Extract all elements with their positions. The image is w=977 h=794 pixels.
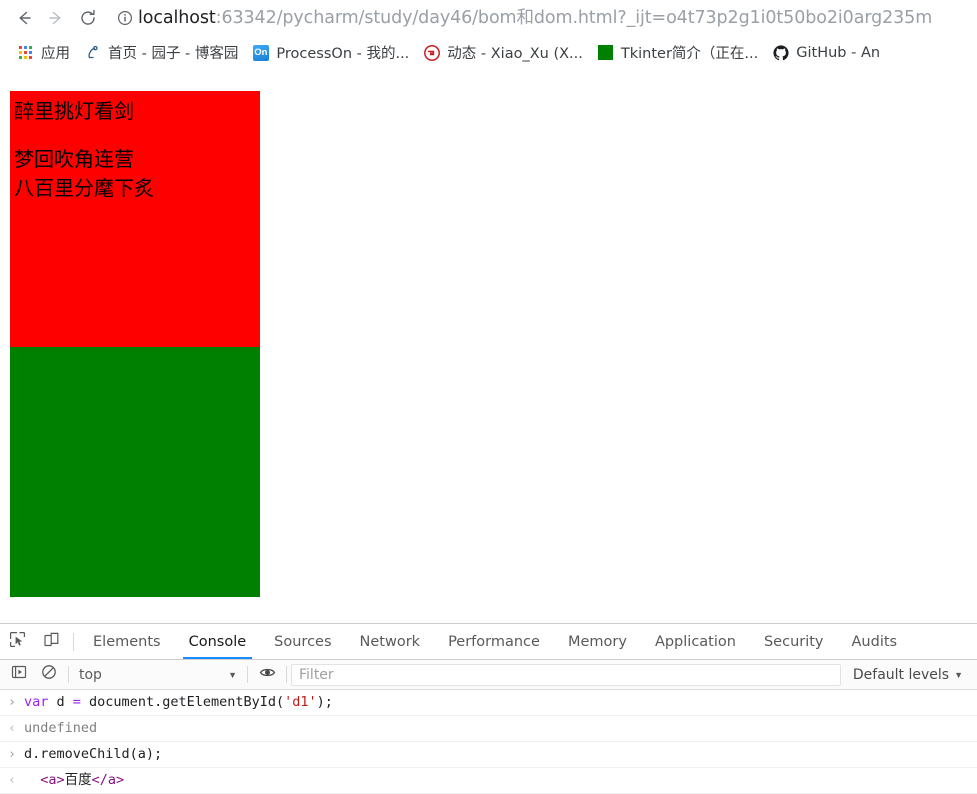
info-circle-icon[interactable] bbox=[112, 5, 138, 31]
tab-security[interactable]: Security bbox=[750, 624, 838, 659]
toolbar-divider bbox=[73, 632, 74, 651]
github-icon bbox=[772, 44, 789, 61]
console-line-text: <a>百度</a> bbox=[24, 770, 977, 791]
bookmark-label: 应用 bbox=[41, 46, 70, 62]
console-line: ‹ <a>百度</a> bbox=[0, 768, 977, 794]
toolbar-divider bbox=[68, 666, 69, 683]
device-toolbar-icon bbox=[43, 631, 60, 653]
token: undefined bbox=[24, 720, 98, 736]
address-bar[interactable]: localhost:63342/pycharm/study/day46/bom和… bbox=[112, 4, 969, 31]
chevron-down-icon: ▼ bbox=[228, 669, 237, 680]
green-div bbox=[10, 347, 260, 597]
console-line: › d.removeChild(a); bbox=[0, 742, 977, 768]
processon-icon: On bbox=[252, 44, 269, 61]
token: = bbox=[72, 694, 90, 710]
log-levels-value: Default levels bbox=[852, 666, 950, 683]
poem-line-3: 八百里分麾下炙 bbox=[14, 176, 154, 200]
bookmark-gitee[interactable]: 动态 - Xiao_Xu (X... bbox=[416, 40, 590, 66]
console-input-marker: › bbox=[8, 747, 16, 762]
console-output-marker: ‹ bbox=[8, 721, 16, 736]
token: d bbox=[56, 694, 73, 710]
console-toolbar: top ▼ Default levels ▼ bbox=[0, 660, 977, 690]
token: document.getElementById( bbox=[89, 694, 285, 710]
bookmark-github[interactable]: GitHub - An bbox=[765, 40, 887, 66]
console-line-text: var d = document.getElementById('d1'); bbox=[24, 692, 977, 713]
apps-grid-icon bbox=[17, 44, 34, 61]
tab-console[interactable]: Console bbox=[175, 624, 261, 659]
inspect-element-button[interactable] bbox=[0, 624, 34, 659]
live-expression-button[interactable] bbox=[252, 661, 282, 689]
bookmark-label: 动态 - Xiao_Xu (X... bbox=[447, 46, 583, 62]
inspect-element-icon bbox=[9, 631, 26, 653]
console-output-marker: ‹ bbox=[8, 773, 16, 788]
live-expression-eye-icon bbox=[259, 664, 276, 686]
tab-elements[interactable]: Elements bbox=[79, 624, 175, 659]
token: </a> bbox=[91, 772, 125, 788]
token: <a> bbox=[24, 772, 65, 788]
bookmark-tkinter[interactable]: Tkinter简介（正在... bbox=[590, 40, 765, 66]
clear-console-button[interactable] bbox=[34, 661, 64, 689]
address-bar-url: localhost:63342/pycharm/study/day46/bom和… bbox=[138, 5, 932, 31]
token: var bbox=[24, 694, 57, 710]
bookmark-label: 首页 - 园子 - 博客园 bbox=[108, 46, 239, 62]
tab-application[interactable]: Application bbox=[641, 624, 750, 659]
bookmark-label: GitHub - An bbox=[796, 44, 881, 61]
console-filter-input[interactable] bbox=[291, 663, 841, 686]
bookmarks-bar: 应用 首页 - 园子 - 博客园 On ProcessOn - 我的... 动态… bbox=[0, 35, 977, 70]
tab-network[interactable]: Network bbox=[346, 624, 435, 659]
navigation-bar: localhost:63342/pycharm/study/day46/bom和… bbox=[0, 0, 977, 35]
execution-context-select[interactable]: top ▼ bbox=[73, 661, 243, 689]
forward-button[interactable] bbox=[40, 3, 72, 33]
green-square-icon bbox=[597, 44, 614, 61]
token: 'd1' bbox=[284, 694, 317, 710]
console-line: › var d = document.getElementById('d1'); bbox=[0, 690, 977, 716]
token: 百度 bbox=[64, 772, 92, 788]
execution-context-value: top bbox=[79, 666, 102, 683]
tab-sources[interactable]: Sources bbox=[260, 624, 345, 659]
bookmark-label: Tkinter简介（正在... bbox=[620, 46, 759, 62]
console-line-text: undefined bbox=[24, 718, 977, 739]
tab-performance[interactable]: Performance bbox=[434, 624, 554, 659]
tab-memory[interactable]: Memory bbox=[554, 624, 641, 659]
devtools-tabbar: Elements Console Sources Network Perform… bbox=[0, 624, 977, 660]
tab-audits[interactable]: Audits bbox=[838, 624, 912, 659]
bookmark-cnblogs[interactable]: 首页 - 园子 - 博客园 bbox=[77, 40, 245, 66]
toolbar-divider bbox=[247, 666, 248, 683]
toolbar-divider bbox=[286, 666, 287, 683]
poem-line-1: 醉里挑灯看剑 bbox=[14, 99, 134, 123]
red-div-d1: 醉里挑灯看剑 梦回吹角连营 八百里分麾下炙 bbox=[10, 91, 260, 347]
token: ); bbox=[316, 694, 333, 710]
back-button[interactable] bbox=[8, 3, 40, 33]
gitee-icon bbox=[423, 44, 440, 61]
console-line: ‹ undefined bbox=[0, 716, 977, 742]
console-sidebar-button[interactable] bbox=[4, 661, 34, 689]
token: d.removeChild(a); bbox=[24, 746, 163, 762]
console-input-marker: › bbox=[8, 695, 16, 710]
chevron-down-icon: ▼ bbox=[954, 669, 963, 680]
log-levels-select[interactable]: Default levels ▼ bbox=[841, 661, 973, 689]
device-toolbar-button[interactable] bbox=[34, 624, 68, 659]
bookmark-label: ProcessOn - 我的... bbox=[276, 46, 410, 62]
page-viewport: 醉里挑灯看剑 梦回吹角连营 八百里分麾下炙 bbox=[0, 70, 977, 623]
console-sidebar-icon bbox=[11, 664, 27, 685]
devtools-panel: Elements Console Sources Network Perform… bbox=[0, 623, 977, 794]
clear-console-icon bbox=[41, 664, 57, 685]
poem-spacer bbox=[14, 126, 256, 145]
console-line-text: d.removeChild(a); bbox=[24, 744, 977, 765]
poem-line-2: 梦回吹角连营 bbox=[14, 147, 134, 171]
browser-chrome: localhost:63342/pycharm/study/day46/bom和… bbox=[0, 0, 977, 70]
cnblogs-icon bbox=[84, 44, 101, 61]
reload-button[interactable] bbox=[72, 3, 104, 33]
url-path: :63342/pycharm/study/day46/bom和dom.html?… bbox=[215, 7, 933, 28]
console-output[interactable]: › var d = document.getElementById('d1');… bbox=[0, 690, 977, 794]
bookmark-processon[interactable]: On ProcessOn - 我的... bbox=[245, 40, 416, 66]
bookmark-apps[interactable]: 应用 bbox=[10, 40, 77, 66]
url-host: localhost bbox=[138, 7, 216, 28]
